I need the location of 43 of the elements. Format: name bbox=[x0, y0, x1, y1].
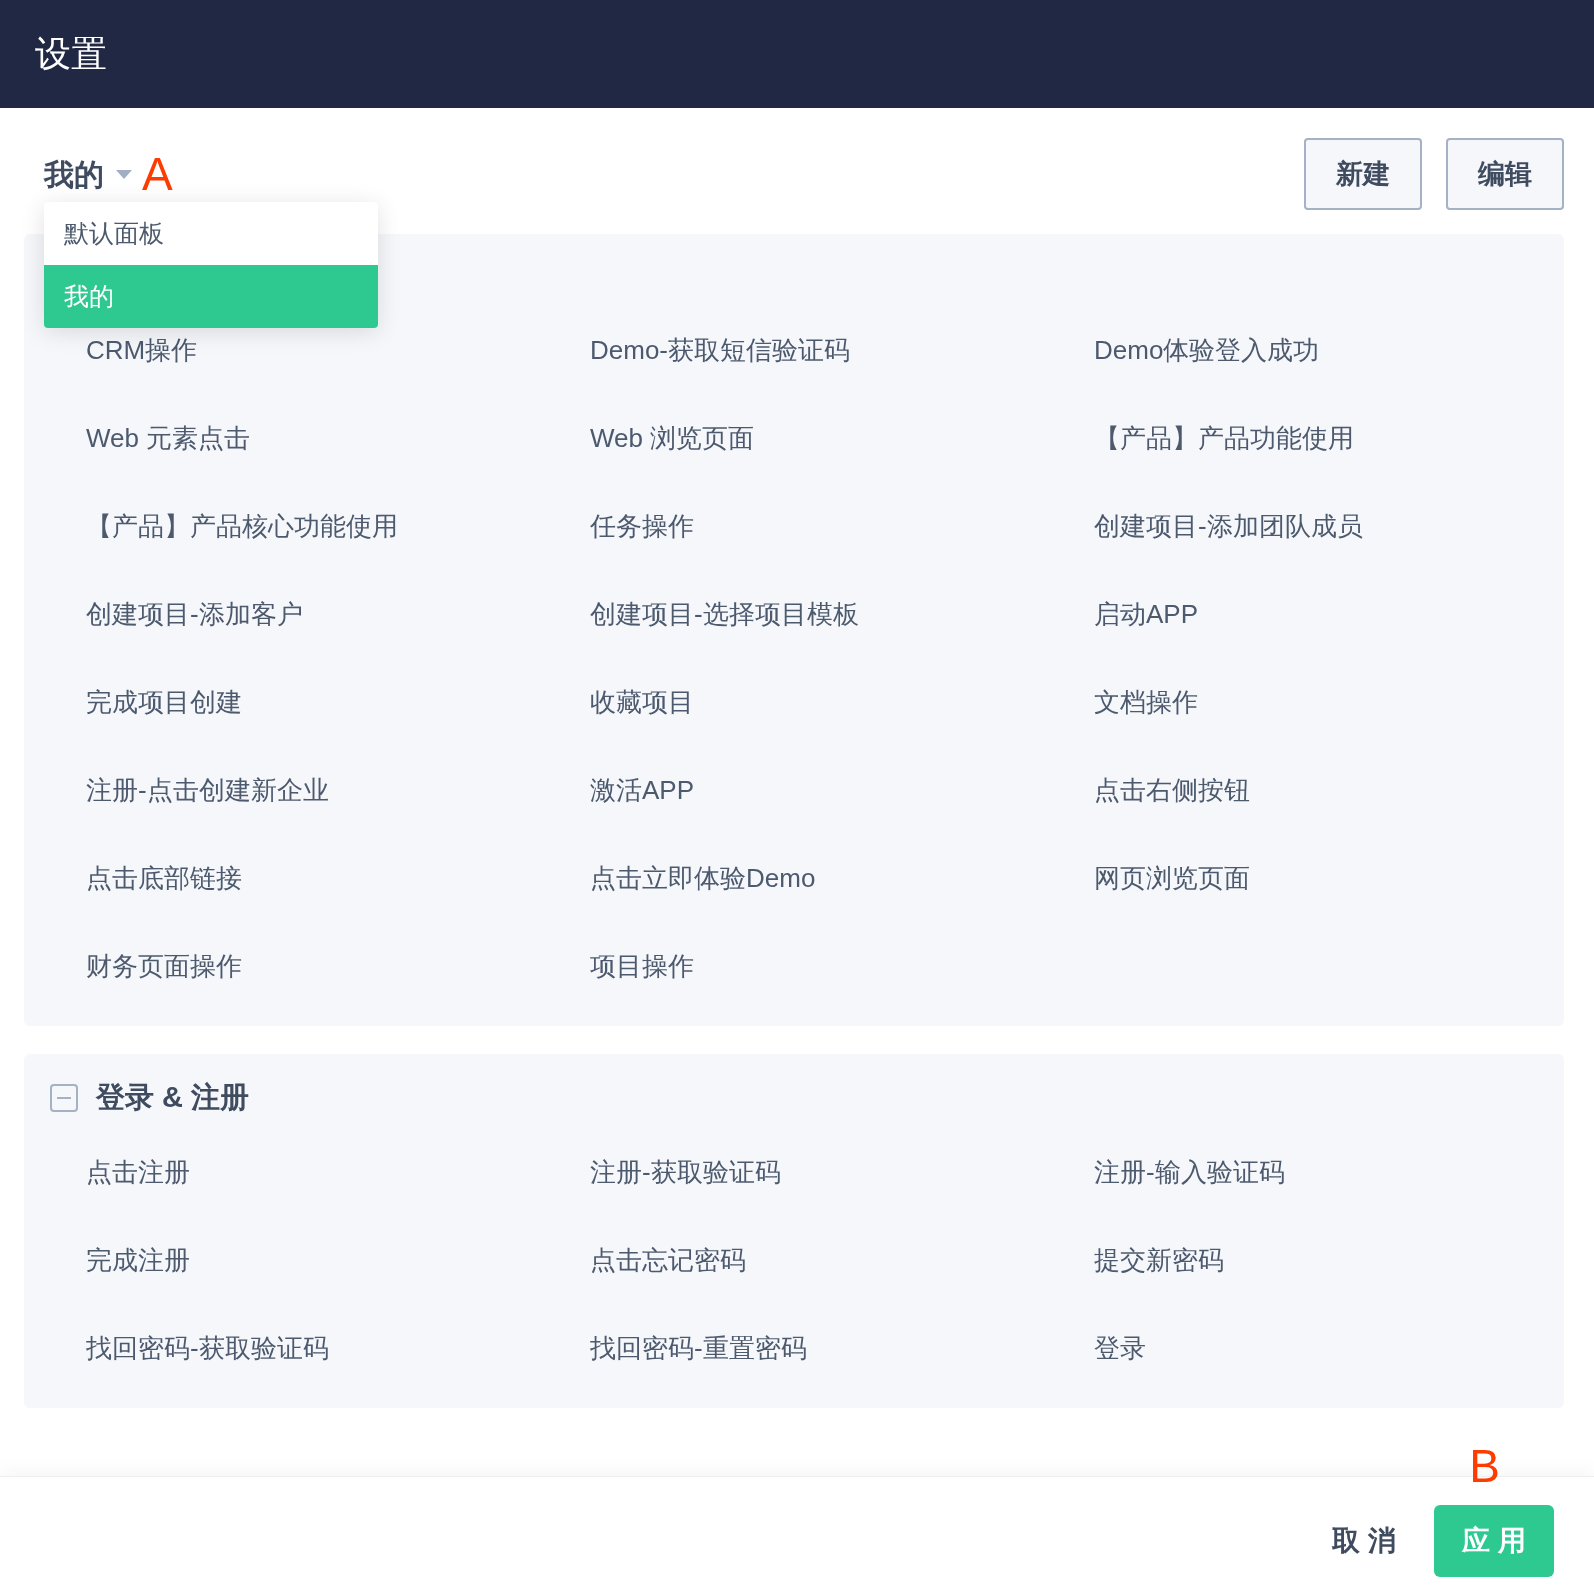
event-item[interactable]: 登录 bbox=[1094, 1328, 1146, 1368]
event-item[interactable]: 找回密码-重置密码 bbox=[590, 1328, 807, 1368]
event-item[interactable]: 网页浏览页面 bbox=[1094, 858, 1250, 898]
event-item[interactable]: 注册-点击创建新企业 bbox=[86, 770, 329, 810]
event-item[interactable]: 注册-获取验证码 bbox=[590, 1152, 781, 1192]
event-item[interactable]: Web 元素点击 bbox=[86, 418, 251, 458]
event-item[interactable]: 创建项目-添加客户 bbox=[86, 594, 303, 634]
dropdown-option[interactable]: 默认面板 bbox=[44, 202, 378, 265]
event-item[interactable]: Demo体验登入成功 bbox=[1094, 330, 1320, 370]
event-item[interactable]: Demo-获取短信验证码 bbox=[590, 330, 850, 370]
group-title: 登录 & 注册 bbox=[96, 1080, 250, 1116]
event-item[interactable]: 【产品】产品功能使用 bbox=[1094, 418, 1354, 458]
window-title: 设置 bbox=[35, 32, 107, 76]
caret-icon bbox=[116, 169, 132, 179]
event-item[interactable]: 财务页面操作 bbox=[86, 946, 242, 986]
event-item[interactable]: 点击右侧按钮 bbox=[1094, 770, 1250, 810]
event-item[interactable]: 收藏项目 bbox=[590, 682, 694, 722]
event-item[interactable]: 项目操作 bbox=[590, 946, 694, 986]
event-item[interactable]: 激活APP bbox=[590, 770, 695, 810]
event-item[interactable]: 点击忘记密码 bbox=[590, 1240, 746, 1280]
event-item[interactable]: 注册-输入验证码 bbox=[1094, 1152, 1285, 1192]
event-item[interactable]: 点击底部链接 bbox=[86, 858, 242, 898]
event-item[interactable]: 文档操作 bbox=[1094, 682, 1198, 722]
event-item[interactable]: 完成注册 bbox=[86, 1240, 190, 1280]
event-item[interactable]: 完成项目创建 bbox=[86, 682, 242, 722]
event-item[interactable]: 提交新密码 bbox=[1094, 1240, 1224, 1280]
event-item[interactable]: 创建项目-添加团队成员 bbox=[1094, 506, 1363, 546]
event-item[interactable]: 点击注册 bbox=[86, 1152, 190, 1192]
edit-button[interactable]: 编辑 bbox=[1446, 138, 1564, 210]
annotation-label: A bbox=[142, 151, 173, 197]
event-item[interactable]: 任务操作 bbox=[590, 506, 694, 546]
new-button[interactable]: 新建 bbox=[1304, 138, 1422, 210]
event-item[interactable]: 启动APP bbox=[1094, 594, 1199, 634]
cancel-button[interactable]: 取 消 bbox=[1322, 1504, 1406, 1577]
collapse-icon[interactable] bbox=[50, 1084, 78, 1112]
annotation-label: B bbox=[1469, 1443, 1500, 1489]
event-item[interactable]: Web 浏览页面 bbox=[590, 418, 755, 458]
event-item[interactable]: 【产品】产品核心功能使用 bbox=[86, 506, 398, 546]
event-item[interactable]: 创建项目-选择项目模板 bbox=[590, 594, 859, 634]
event-item[interactable]: 找回密码-获取验证码 bbox=[86, 1328, 329, 1368]
panel-selector[interactable]: 我的 bbox=[44, 151, 132, 197]
event-item[interactable]: 点击立即体验Demo bbox=[590, 858, 816, 898]
event-item[interactable]: CRM操作 bbox=[86, 330, 198, 370]
